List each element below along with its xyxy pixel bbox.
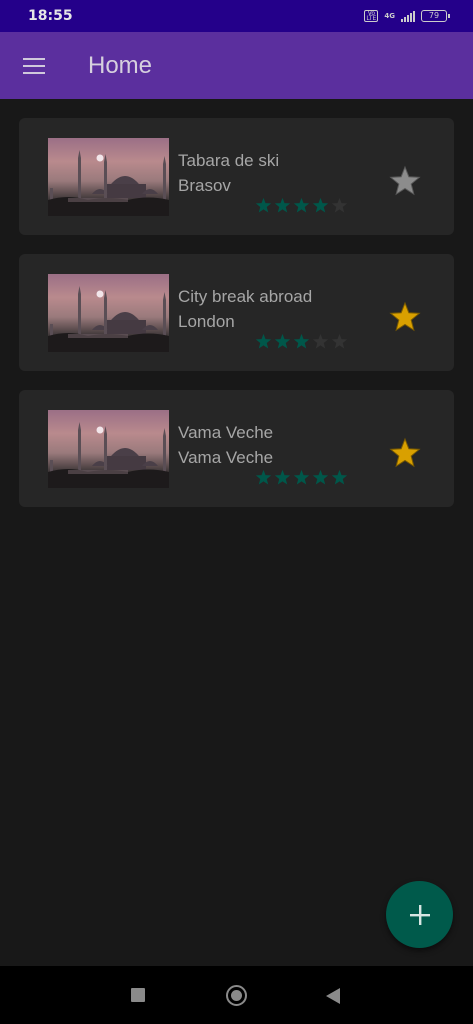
page-title: Home [88, 51, 153, 79]
trip-list: Tabara de ski Brasov City break abroad L… [19, 118, 454, 526]
rating-star-empty-icon[interactable] [331, 333, 348, 350]
status-time: 18:55 [28, 8, 73, 24]
rating-star-filled-icon[interactable] [293, 333, 310, 350]
trip-card[interactable]: Tabara de ski Brasov [19, 118, 454, 235]
plus-icon [409, 904, 430, 925]
favorite-star-icon[interactable] [389, 301, 421, 333]
hamburger-menu-icon[interactable] [23, 57, 45, 74]
square-recents-icon[interactable] [131, 988, 145, 1002]
trip-thumbnail-image [48, 410, 169, 488]
trip-card[interactable]: Vama Veche Vama Veche [19, 390, 454, 507]
trip-location: Brasov [178, 176, 231, 195]
rating-star-filled-icon[interactable] [293, 197, 310, 214]
rating-star-filled-icon[interactable] [274, 333, 291, 350]
trip-thumbnail-image [48, 274, 169, 352]
rating-star-filled-icon[interactable] [293, 469, 310, 486]
rating-star-filled-icon[interactable] [312, 197, 329, 214]
rating-star-empty-icon[interactable] [312, 333, 329, 350]
rating-star-empty-icon[interactable] [331, 197, 348, 214]
trip-title: City break abroad [178, 287, 313, 306]
rating-bar [255, 197, 348, 214]
trip-location: London [178, 312, 235, 331]
system-navigation-bar [0, 966, 473, 1024]
status-bar: 18:55 Vo LTE 4G 79 [0, 0, 473, 32]
signal-strength-icon [401, 10, 415, 22]
circle-home-icon[interactable] [226, 985, 247, 1006]
rating-star-filled-icon[interactable] [274, 469, 291, 486]
rating-star-filled-icon[interactable] [255, 469, 272, 486]
trip-location: Vama Veche [178, 448, 274, 467]
rating-star-filled-icon[interactable] [274, 197, 291, 214]
rating-star-filled-icon[interactable] [331, 469, 348, 486]
trip-title: Tabara de ski [178, 151, 280, 170]
trip-thumbnail-image [48, 138, 169, 216]
triangle-back-icon[interactable] [326, 988, 340, 1004]
favorite-star-icon[interactable] [389, 165, 421, 197]
volte-icon: Vo LTE [364, 10, 379, 22]
trip-title: Vama Veche [178, 423, 274, 442]
favorite-star-icon[interactable] [389, 437, 421, 469]
network-type-icon: 4G [384, 11, 395, 20]
status-icons: Vo LTE 4G 79 [364, 10, 450, 22]
rating-bar [255, 469, 348, 486]
battery-icon: 79 [421, 10, 450, 22]
trip-card[interactable]: City break abroad London [19, 254, 454, 371]
rating-star-filled-icon[interactable] [255, 333, 272, 350]
app-bar: Home [0, 32, 473, 99]
rating-star-filled-icon[interactable] [312, 469, 329, 486]
add-trip-button[interactable] [386, 881, 453, 948]
rating-bar [255, 333, 348, 350]
rating-star-filled-icon[interactable] [255, 197, 272, 214]
